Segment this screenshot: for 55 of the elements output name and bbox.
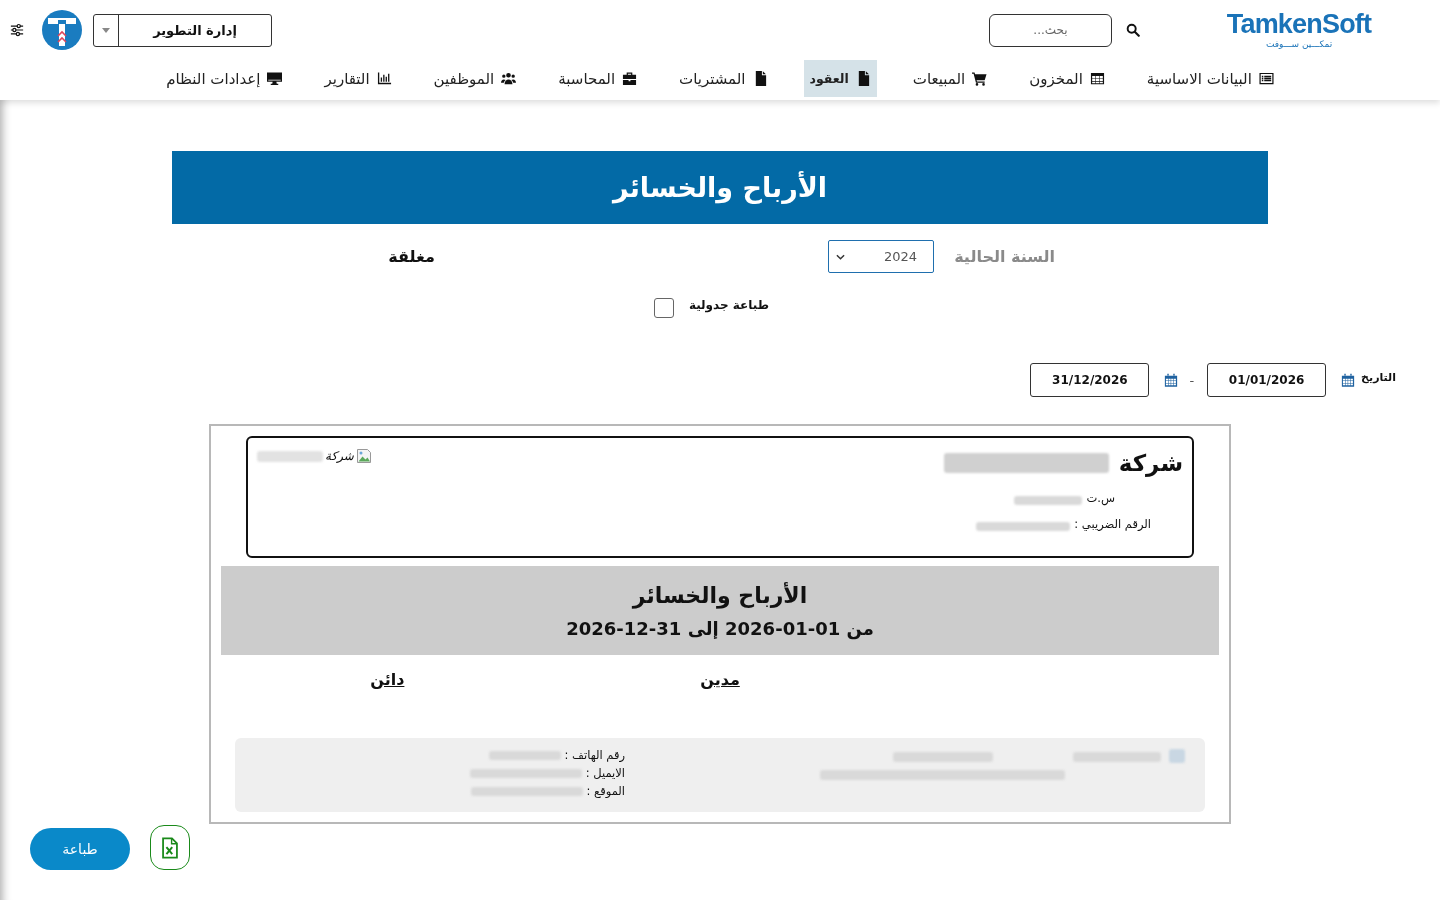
settings-sliders-icon[interactable] — [10, 23, 24, 37]
checkbox-label: طباعة جدولية — [688, 298, 769, 312]
nav-item[interactable]: المخزون — [1023, 60, 1111, 97]
company-name-label: شركة — [1118, 449, 1183, 478]
search-field[interactable]: بحث... — [989, 13, 1112, 47]
year-select[interactable]: 2024 — [828, 240, 935, 273]
logo-icon — [42, 10, 82, 50]
date-from-field[interactable]: 01/01/2026 — [1207, 363, 1327, 397]
caret-down-icon — [102, 27, 110, 33]
column-header: دائن — [370, 670, 405, 689]
department-select[interactable]: إدارة التطوير — [93, 13, 272, 47]
nav-item[interactable]: إعدادات النظام — [160, 60, 289, 97]
nav-item[interactable]: التقارير — [318, 60, 398, 97]
email-label: الايميل : — [585, 766, 625, 780]
bar-chart-icon — [376, 71, 392, 86]
tax-number-label: الرقم الضريبي : — [1074, 517, 1151, 531]
column-header: مدين — [700, 670, 740, 689]
nav-item[interactable]: المحاسبة — [552, 60, 644, 97]
chevron-down-icon — [836, 253, 846, 260]
desktop-icon — [267, 71, 283, 86]
nav-item[interactable]: المشتريات — [673, 60, 774, 97]
nav-item[interactable]: البيانات الاساسية — [1140, 60, 1280, 97]
date-label: التاريخ — [1361, 370, 1396, 384]
status-text: مغلقة — [388, 247, 435, 266]
nav-item[interactable]: العقود — [803, 60, 877, 97]
nav-item[interactable]: الموظفين — [427, 60, 523, 97]
cr-label: س.ت — [1086, 490, 1115, 505]
calendar-icon[interactable] — [1164, 372, 1179, 388]
logo-tagline: تمكـــين ســـوفت — [1265, 38, 1333, 50]
grid-icon — [1089, 71, 1105, 86]
blurred-text — [257, 450, 323, 462]
image-alt-text: شركة — [325, 449, 354, 463]
report-title: الأرباح والخسائر — [632, 582, 808, 608]
blurred-logo-icon — [1169, 749, 1185, 763]
report-period: من 01-01-2026 إلى 31-12-2026 — [566, 617, 874, 639]
list-icon — [1258, 71, 1274, 86]
print-button[interactable]: طباعة — [30, 828, 130, 870]
date-to-field[interactable]: 31/12/2026 — [1030, 363, 1150, 397]
blurred-text — [1014, 496, 1083, 505]
broken-image-icon — [355, 448, 372, 464]
logo-wordmark: TamkenSoft — [1226, 10, 1372, 38]
checkbox[interactable] — [653, 298, 674, 318]
year-label: السنة الحالية — [954, 247, 1055, 266]
cart-icon — [972, 71, 988, 86]
phone-label: رقم الهاتف : — [564, 748, 625, 762]
search-icon[interactable] — [1126, 23, 1140, 37]
users-icon — [501, 71, 517, 86]
page-title-banner: الأرباح والخسائر — [172, 151, 1268, 224]
website-label: الموقع : — [586, 784, 625, 798]
calendar-icon[interactable] — [1341, 372, 1356, 388]
date-separator: - — [1189, 372, 1195, 388]
nav-item[interactable]: المبيعات — [906, 60, 994, 97]
spreadsheet-file-icon — [162, 836, 178, 859]
excel-export-button[interactable] — [150, 825, 190, 870]
briefcase-icon — [622, 71, 638, 86]
